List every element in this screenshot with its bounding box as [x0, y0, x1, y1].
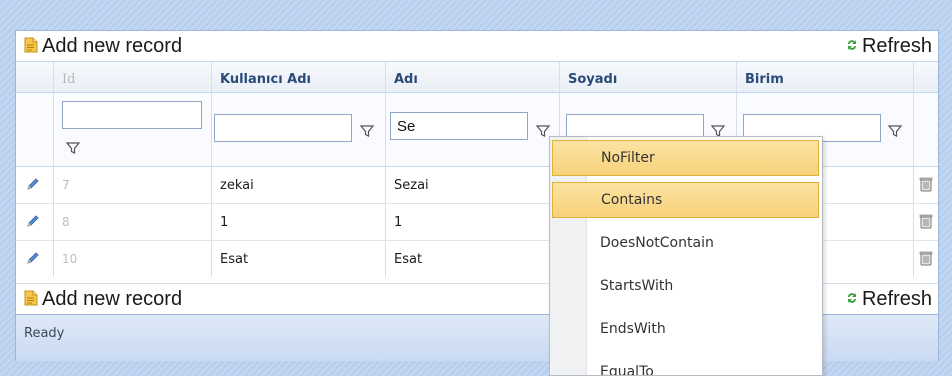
filter-menu-item-equalto[interactable]: EqualTo [552, 355, 819, 375]
delete-trash-icon[interactable] [919, 213, 933, 233]
filter-input-adi[interactable] [390, 112, 528, 140]
refresh-label: Refresh [861, 35, 932, 57]
cell-adi: Sezai [386, 167, 560, 203]
column-header-id[interactable]: Id [54, 62, 212, 92]
cell-kullanici-adi: zekai [212, 167, 386, 203]
filter-menu-item-doesnotcontain[interactable]: DoesNotContain [552, 226, 819, 262]
delete-trash-icon[interactable] [919, 250, 933, 270]
cell-id: 7 [54, 167, 212, 203]
column-header-kullanici-adi[interactable]: Kullanıcı Adı [212, 62, 386, 92]
refresh-label: Refresh [861, 288, 932, 310]
header-edit-column [16, 62, 54, 92]
command-bar-top: Add new record Refresh [16, 31, 938, 62]
status-text: Ready [24, 326, 65, 341]
edit-cell [16, 204, 54, 240]
delete-cell [914, 204, 938, 240]
cell-id: 8 [54, 204, 212, 240]
filter-menu-item-contains[interactable]: Contains [552, 182, 819, 218]
refresh-button[interactable]: Refresh [846, 288, 932, 311]
refresh-icon [846, 291, 858, 309]
delete-cell [914, 241, 938, 277]
add-new-record-label: Add new record [42, 288, 183, 310]
add-record-icon [24, 37, 38, 57]
column-header-adi[interactable]: Adı [386, 62, 560, 92]
delete-trash-icon[interactable] [919, 176, 933, 196]
header-delete-column [914, 62, 938, 92]
cell-kullanici-adi: Esat [212, 241, 386, 277]
header-row: Id Kullanıcı Adı Adı Soyadı Birim [16, 62, 938, 93]
add-new-record-button[interactable]: Add new record [24, 35, 182, 58]
cell-adi: Esat [386, 241, 560, 277]
filter-input-id[interactable] [62, 101, 202, 129]
cell-id: 10 [54, 241, 212, 277]
refresh-button[interactable]: Refresh [846, 35, 932, 58]
refresh-icon [846, 38, 858, 56]
column-header-soyadi[interactable]: Soyadı [560, 62, 737, 92]
edit-pencil-icon[interactable] [26, 177, 40, 195]
filter-edit-column [16, 93, 54, 166]
filter-icon[interactable] [535, 124, 551, 138]
filter-menu: NoFilter Contains DoesNotContain StartsW… [549, 136, 823, 376]
filter-icon[interactable] [65, 141, 81, 155]
cell-adi: 1 [386, 204, 560, 240]
add-record-icon [24, 290, 38, 310]
column-header-birim[interactable]: Birim [737, 62, 914, 92]
filter-icon[interactable] [359, 124, 375, 138]
edit-pencil-icon[interactable] [26, 214, 40, 232]
cell-kullanici-adi: 1 [212, 204, 386, 240]
add-new-record-button[interactable]: Add new record [24, 288, 182, 311]
filter-menu-item-nofilter[interactable]: NoFilter [552, 140, 819, 176]
edit-cell [16, 167, 54, 203]
filter-input-kullanici-adi[interactable] [214, 114, 352, 142]
filter-icon[interactable] [887, 124, 903, 138]
edit-cell [16, 241, 54, 277]
add-new-record-label: Add new record [42, 35, 183, 57]
filter-menu-item-endswith[interactable]: EndsWith [552, 312, 819, 348]
delete-cell [914, 167, 938, 203]
edit-pencil-icon[interactable] [26, 251, 40, 269]
filter-menu-item-startswith[interactable]: StartsWith [552, 269, 819, 305]
